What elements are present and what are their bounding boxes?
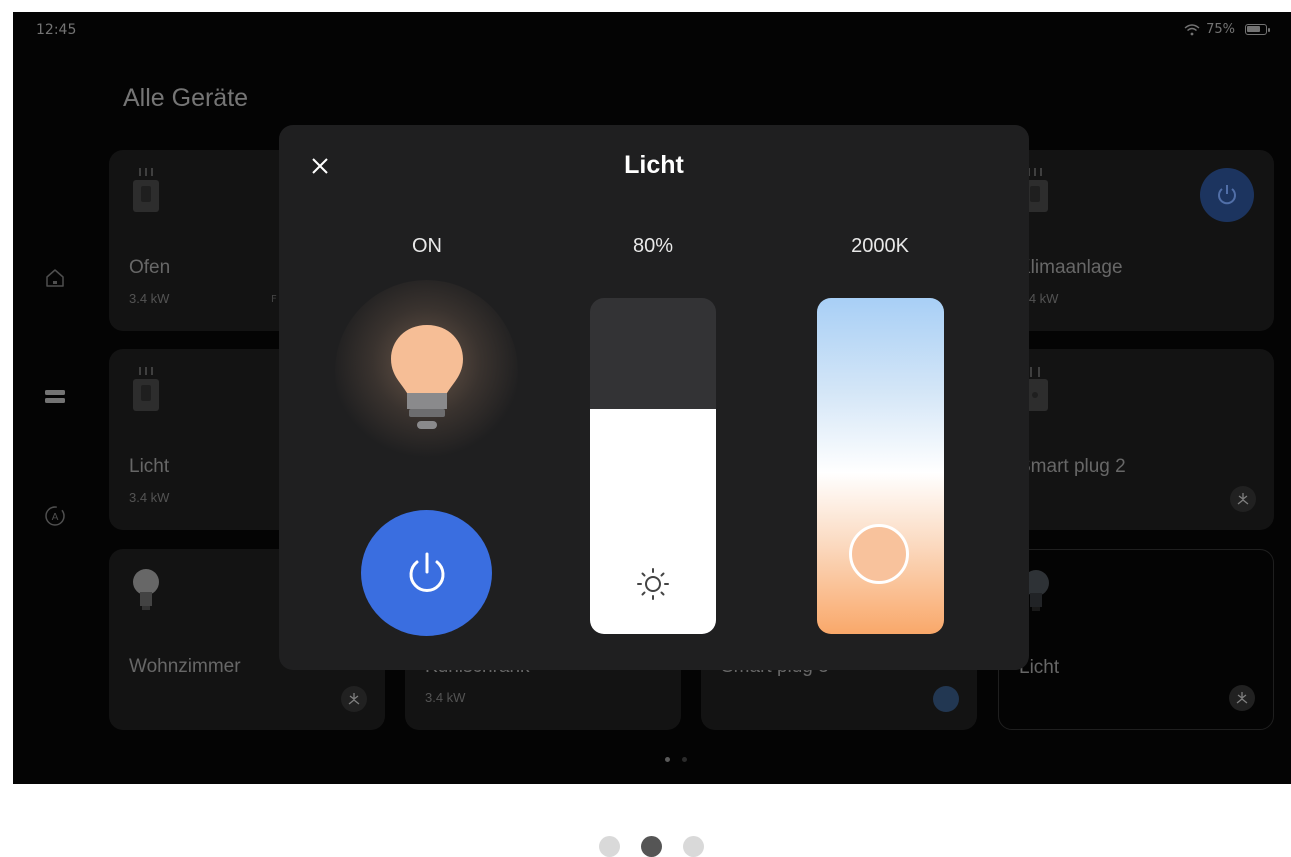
- gallery-pager: [599, 836, 704, 857]
- sun-icon: [635, 566, 671, 606]
- brightness-slider[interactable]: [590, 298, 716, 634]
- pager-dot[interactable]: [683, 836, 704, 857]
- light-control-modal: Licht ON 80% 2000K: [279, 125, 1029, 670]
- pager-dot[interactable]: [641, 836, 662, 857]
- brightness-label: 80%: [632, 235, 674, 257]
- device-screen: 12:45 75% A Alle Geräte Ofen 3.4 kW F Li…: [13, 12, 1291, 784]
- temperature-label: 2000K: [851, 235, 909, 257]
- modal-title: Licht: [624, 151, 684, 179]
- state-label: ON: [412, 235, 442, 257]
- color-temperature-slider[interactable]: [817, 298, 944, 634]
- power-button[interactable]: [361, 510, 492, 636]
- bulb-icon: [389, 323, 465, 437]
- temperature-knob[interactable]: [849, 524, 909, 584]
- power-icon: [409, 552, 444, 592]
- pager-dot[interactable]: [599, 836, 620, 857]
